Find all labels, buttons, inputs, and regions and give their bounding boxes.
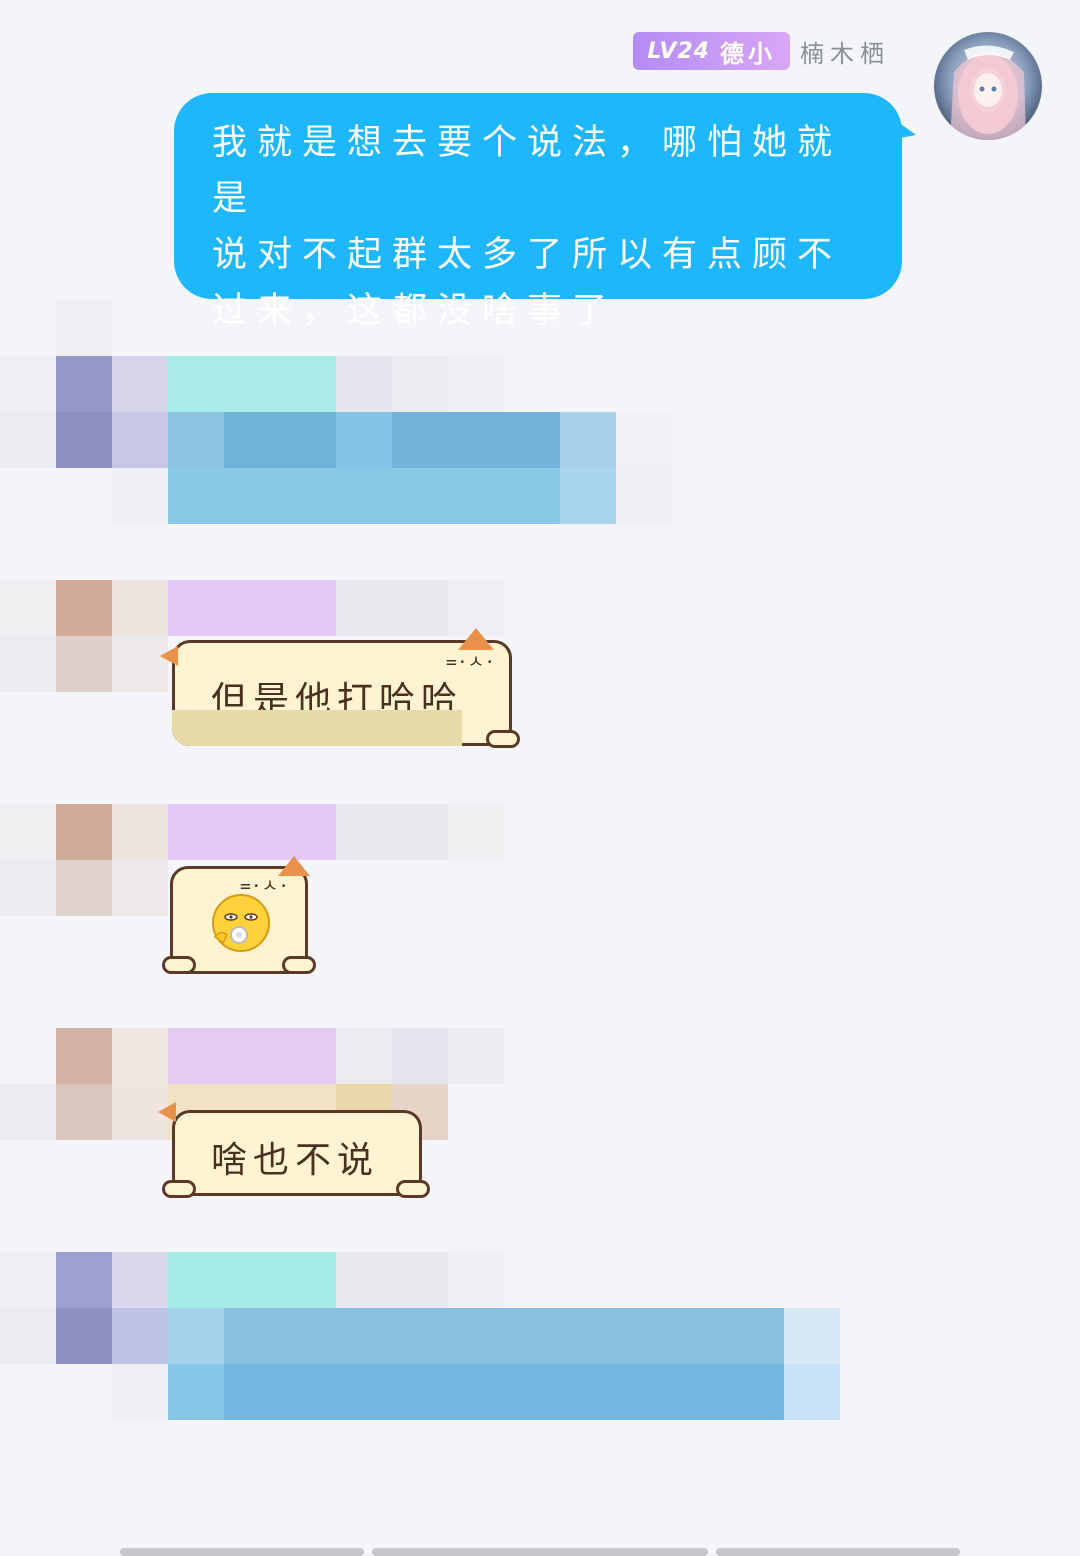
cat-paw-icon <box>396 1180 430 1198</box>
my-message-bubble[interactable]: 我就是想去要个说法，哪怕她就是 说对不起群太多了所以有点顾不 过来，这都没啥事了 <box>174 93 916 331</box>
cat-paw-icon <box>282 956 316 974</box>
my-sender-row: LV24 德小 楠木栖 <box>633 32 890 70</box>
cat-ear-icon <box>458 628 494 650</box>
my-message-line-1: 我就是想去要个说法，哪怕她就是 <box>212 123 843 219</box>
my-message-line-2: 说对不起群太多了所以有点顾不 <box>212 235 843 275</box>
cat-face-icon: =·ㅅ· <box>240 876 290 897</box>
bottom-indicator-center <box>372 1548 708 1556</box>
avatar-image <box>934 32 1042 140</box>
cat-tail-icon <box>158 1102 176 1122</box>
level-label: LV24 <box>647 38 710 64</box>
chat-screen: LV24 德小 楠木栖 我就是想去要个说法，哪怕她就是 说对不起群太多了所以有点… <box>0 0 1080 1556</box>
cat-paw-icon <box>486 730 520 748</box>
cat-tail-icon <box>160 646 178 666</box>
bottom-indicator-right <box>716 1548 960 1556</box>
surprised-face-icon <box>212 894 270 952</box>
bubble-tail <box>894 119 916 139</box>
my-avatar[interactable] <box>934 32 1042 140</box>
incoming-message-bubble[interactable]: 啥也不说 <box>172 1110 422 1196</box>
bottom-indicator-left <box>120 1548 364 1556</box>
my-name[interactable]: 楠木栖 <box>800 34 890 69</box>
level-badge[interactable]: LV24 德小 <box>633 32 790 70</box>
redacted-message-1 <box>0 300 680 530</box>
incoming-message-text: 啥也不说 <box>211 1140 380 1181</box>
cat-paw-icon <box>162 1180 196 1198</box>
cat-paw-icon <box>162 956 196 974</box>
bubble-bottom-shade <box>172 710 462 746</box>
redacted-message-5 <box>0 1252 840 1422</box>
cat-face-icon: =·ㅅ· <box>446 652 496 673</box>
title-label: 德小 <box>720 39 776 68</box>
